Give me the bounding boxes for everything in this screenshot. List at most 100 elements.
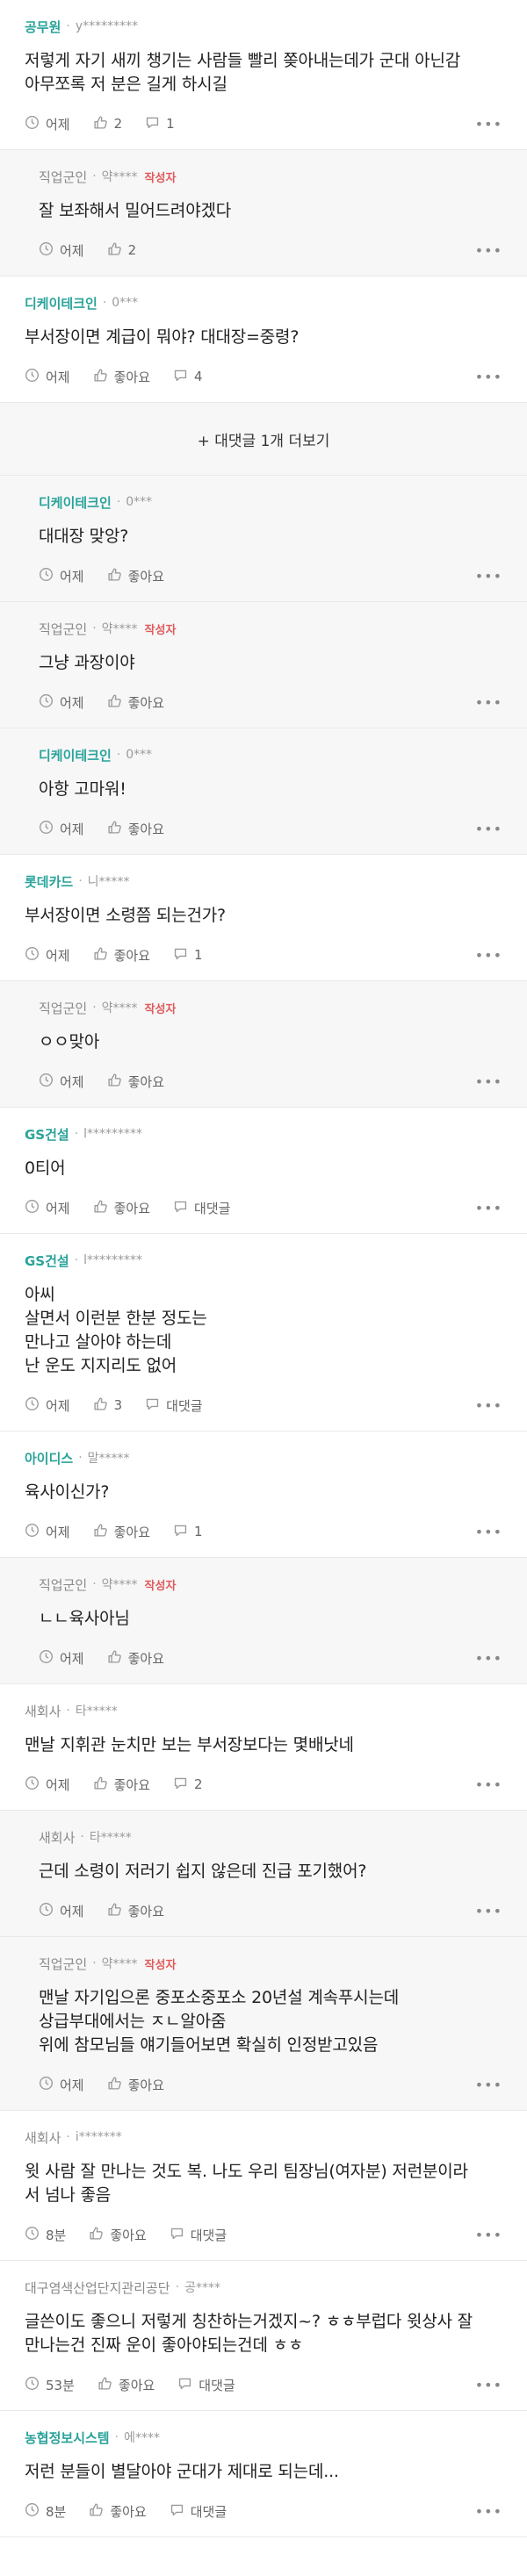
like-button[interactable]: 좋아요 <box>89 2226 147 2244</box>
like-button[interactable]: 2 <box>107 241 136 260</box>
more-options-icon[interactable]: ••• <box>475 1200 502 1216</box>
separator-dot: · <box>92 1956 97 1970</box>
clock-icon <box>25 1199 46 1217</box>
like-button[interactable]: 좋아요 <box>107 567 164 585</box>
company-name[interactable]: 디케이테크인 <box>25 294 97 312</box>
nickname: 0*** <box>126 495 153 509</box>
like-button[interactable]: 좋아요 <box>107 693 164 712</box>
more-options-icon[interactable]: ••• <box>475 2227 502 2243</box>
more-options-icon[interactable]: ••• <box>475 1397 502 1414</box>
comment-actions: 어제 2 ••• <box>39 240 502 260</box>
speech-bubble-icon <box>177 2376 199 2394</box>
more-replies-label: + 대댓글 1개 더보기 <box>197 432 330 450</box>
reply-button[interactable]: 1 <box>145 115 175 133</box>
company-name[interactable]: 직업군인 <box>39 999 87 1017</box>
like-button[interactable]: 좋아요 <box>93 1523 150 1541</box>
reply-button[interactable]: 대댓글 <box>170 2502 227 2521</box>
comment-text: 부서장이면 계급이 뭐야? 대대장=중령? <box>25 327 300 347</box>
more-options-icon[interactable]: ••• <box>475 568 502 585</box>
clock-icon <box>39 1073 60 1091</box>
like-button[interactable]: 좋아요 <box>93 368 150 386</box>
reply-button[interactable]: 2 <box>173 1776 203 1794</box>
nickname: y********* <box>75 19 139 33</box>
reply-button[interactable]: 대댓글 <box>177 2376 235 2394</box>
reply-count: 1 <box>194 1524 203 1539</box>
reply-button[interactable]: 대댓글 <box>145 1396 203 1415</box>
company-name[interactable]: 롯데카드 <box>25 872 73 891</box>
like-button[interactable]: 좋아요 <box>107 1902 164 1920</box>
more-options-icon[interactable]: ••• <box>475 2377 502 2393</box>
more-options-icon[interactable]: ••• <box>475 694 502 711</box>
reply-item: 디케이테크인 · 0*** 아항 고마워! 어제 좋아요 ••• <box>0 728 527 855</box>
more-options-icon[interactable]: ••• <box>475 1650 502 1667</box>
more-options-icon[interactable]: ••• <box>475 821 502 837</box>
separator-dot: · <box>92 169 97 183</box>
time-label: 어제 <box>46 947 70 964</box>
like-button[interactable]: 2 <box>93 115 122 133</box>
company-name[interactable]: 직업군인 <box>39 1575 87 1594</box>
like-button[interactable]: 좋아요 <box>93 946 150 965</box>
more-options-icon[interactable]: ••• <box>475 242 502 259</box>
like-button[interactable]: 좋아요 <box>107 1649 164 1668</box>
company-name[interactable]: 대구염색산업단지관리공단 <box>25 2278 170 2297</box>
clock-icon <box>39 241 60 260</box>
company-name[interactable]: 디케이테크인 <box>39 493 112 512</box>
like-count: 좋아요 <box>127 2077 165 2093</box>
company-name[interactable]: GS건설 <box>25 1252 69 1270</box>
separator-dot: · <box>80 1830 84 1844</box>
company-name[interactable]: 직업군인 <box>39 168 87 186</box>
more-options-icon[interactable]: ••• <box>475 947 502 964</box>
comment-text: 저렇게 자기 새끼 챙기는 사람들 빨리 쫒아내는데가 군대 아닌감 아무쪼록 … <box>25 51 460 94</box>
like-button[interactable]: 3 <box>93 1396 122 1415</box>
comment-meta: 직업군인 · 약**** 작성자 <box>39 168 502 185</box>
more-options-icon[interactable]: ••• <box>475 1776 502 1793</box>
clock-icon <box>39 1649 60 1668</box>
company-name[interactable]: 공무원 <box>25 18 61 36</box>
company-name[interactable]: 직업군인 <box>39 620 87 638</box>
reply-button[interactable]: 대댓글 <box>173 1199 230 1217</box>
like-button[interactable]: 좋아요 <box>89 2502 147 2521</box>
comment-text: 잘 보좌해서 밀어드려야겠다 <box>39 201 232 220</box>
like-button[interactable]: 좋아요 <box>93 1199 150 1217</box>
company-name[interactable]: 아이디스 <box>25 1449 73 1467</box>
more-options-icon[interactable]: ••• <box>475 1073 502 1090</box>
time-label: 어제 <box>46 116 70 133</box>
like-button[interactable]: 좋아요 <box>97 2376 155 2394</box>
timestamp: 어제 <box>25 1523 70 1541</box>
reply-button[interactable]: 1 <box>173 1523 203 1541</box>
time-label: 8분 <box>46 2227 67 2243</box>
separator-dot: · <box>74 1127 79 1141</box>
comment-actions: 8분 좋아요 대댓글 ••• <box>25 2501 502 2521</box>
like-button[interactable]: 좋아요 <box>107 1073 164 1091</box>
like-button[interactable]: 좋아요 <box>93 1776 150 1794</box>
reply-button[interactable]: 1 <box>173 946 203 965</box>
like-count: 좋아요 <box>113 1776 151 1793</box>
comment-text: 아씨 살면서 이런분 한분 정도는 만나고 살아야 하는데 난 운도 지지리도 … <box>25 1285 207 1375</box>
company-name[interactable]: 새회사 <box>25 1702 61 1720</box>
more-options-icon[interactable]: ••• <box>475 1903 502 1919</box>
company-name[interactable]: GS건설 <box>25 1125 69 1144</box>
company-name[interactable]: 농협정보시스템 <box>25 2429 110 2447</box>
more-options-icon[interactable]: ••• <box>475 2503 502 2520</box>
more-options-icon[interactable]: ••• <box>475 369 502 385</box>
more-options-icon[interactable]: ••• <box>475 1524 502 1540</box>
company-name[interactable]: 디케이테크인 <box>39 746 112 764</box>
more-options-icon[interactable]: ••• <box>475 2077 502 2093</box>
like-button[interactable]: 좋아요 <box>107 2076 164 2094</box>
company-name[interactable]: 새회사 <box>39 1828 75 1847</box>
reply-button[interactable]: 4 <box>173 368 203 386</box>
reply-button[interactable]: 대댓글 <box>170 2226 227 2244</box>
timestamp: 어제 <box>39 693 84 712</box>
comment-text: 저런 분들이 별달아야 군대가 제대로 되는데... <box>25 2462 339 2481</box>
comment-text: 부서장이면 소령쯤 되는건가? <box>25 906 226 925</box>
like-button[interactable]: 좋아요 <box>107 820 164 838</box>
comment-meta: 디케이테크인 · 0*** <box>39 493 502 511</box>
company-name[interactable]: 새회사 <box>25 2128 61 2147</box>
thumbs-up-icon <box>107 567 128 585</box>
comment-text: 그냥 과장이야 <box>39 653 135 672</box>
comment-item: 아이디스 · 말***** 육사이신가? 어제 좋아요 1 ••• <box>0 1432 527 1558</box>
separator-dot: · <box>78 874 83 888</box>
more-options-icon[interactable]: ••• <box>475 116 502 133</box>
more-replies-button[interactable]: + 대댓글 1개 더보기 <box>0 403 527 476</box>
company-name[interactable]: 직업군인 <box>39 1955 87 1973</box>
